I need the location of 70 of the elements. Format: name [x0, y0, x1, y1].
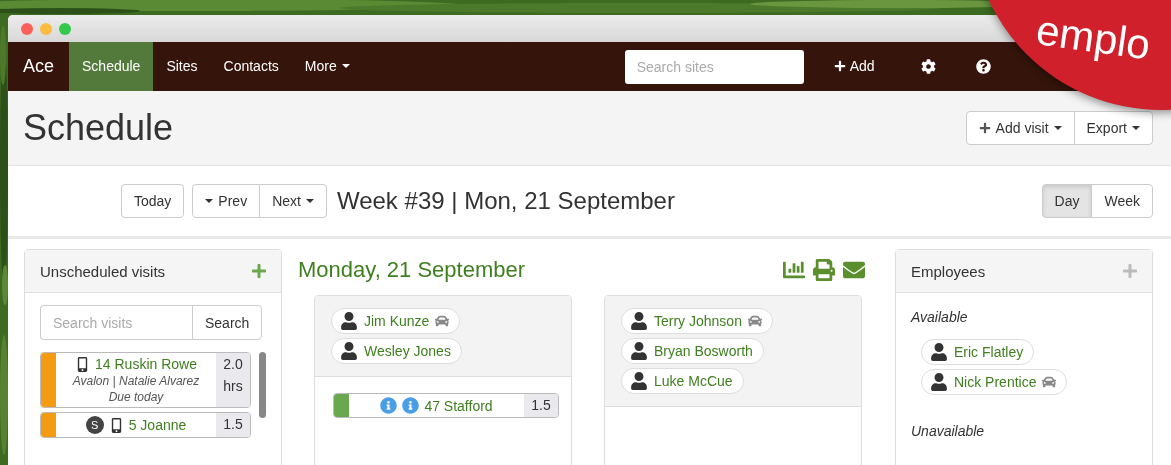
- person-icon: [930, 373, 948, 391]
- due-text: Due today: [107, 390, 165, 404]
- hours-unit: hrs: [222, 378, 244, 394]
- panel-title: Unscheduled visits: [40, 262, 166, 280]
- employee-chip[interactable]: Luke McCue: [621, 368, 744, 394]
- visit-title[interactable]: 14 Ruskin Rowe: [95, 356, 197, 372]
- settings-icon[interactable]: [920, 58, 936, 74]
- visit-card[interactable]: 14 Ruskin Rowe Avalon | Natalie Alvarez Due today 2.0 hrs: [40, 352, 251, 408]
- visit-card[interactable]: S 5 Joanne 1.5: [40, 412, 251, 438]
- visit-card[interactable]: 47 Stafford 1.5: [333, 393, 559, 418]
- nav-item[interactable]: Schedule: [69, 42, 154, 91]
- day-heading: Monday, 21 September: [298, 257, 526, 283]
- prev-button[interactable]: Prev: [192, 184, 261, 219]
- view-toggle[interactable]: Day: [1041, 184, 1093, 219]
- visit-details: Avalon | Natalie Alvarez: [71, 374, 201, 388]
- visit-title[interactable]: 5 Joanne: [128, 417, 187, 433]
- visit-hours: 1.5: [530, 397, 552, 413]
- employee-chip[interactable]: Eric Flatley: [921, 339, 1035, 365]
- plus-icon: [978, 121, 991, 134]
- close-button[interactable]: [21, 22, 33, 35]
- mail-icon[interactable]: [843, 259, 865, 281]
- minimize-button[interactable]: [40, 22, 52, 35]
- chart-icon[interactable]: [783, 259, 805, 281]
- person-icon: [630, 342, 648, 360]
- panel-title: Employees: [911, 262, 986, 280]
- action-button[interactable]: Export: [1073, 110, 1153, 145]
- plus-icon: [833, 60, 846, 73]
- info-icon: [402, 397, 420, 414]
- add-button[interactable]: Add: [819, 42, 889, 91]
- add-icon[interactable]: [1122, 263, 1138, 279]
- search-field[interactable]: Search visits: [40, 305, 193, 340]
- nav-item[interactable]: More: [291, 42, 363, 91]
- add-icon[interactable]: [251, 263, 267, 279]
- visit-hours: 2.0: [222, 356, 244, 372]
- action-button[interactable]: Add visit: [965, 110, 1075, 145]
- search-field[interactable]: Search sites: [624, 50, 804, 85]
- group-label: Unavailable: [911, 423, 986, 439]
- person-icon: [340, 342, 358, 360]
- print-icon[interactable]: [813, 259, 835, 281]
- caret-icon: [1132, 125, 1140, 130]
- page-title: Schedule: [23, 106, 174, 149]
- caret-icon: [205, 199, 214, 204]
- help-icon[interactable]: [975, 58, 991, 74]
- visit-hours: 1.5: [222, 416, 244, 432]
- promo-text: emplo: [1033, 6, 1154, 70]
- today-button[interactable]: Today: [121, 184, 185, 219]
- visit-title[interactable]: 47 Stafford: [424, 397, 493, 414]
- scrollbar[interactable]: [259, 352, 266, 418]
- brand[interactable]: Ace: [8, 42, 70, 91]
- week-heading: Week #39 | Mon, 21 September: [336, 187, 676, 216]
- next-button[interactable]: Next: [259, 184, 327, 219]
- zoom-button[interactable]: [59, 22, 71, 35]
- info-icon: [380, 397, 398, 414]
- employee-chip[interactable]: Nick Prentice: [921, 369, 1068, 395]
- employee-chip[interactable]: Jim Kunze: [331, 308, 461, 334]
- caret-icon: [1053, 125, 1062, 130]
- employee-chip[interactable]: Bryan Bosworth: [621, 338, 764, 364]
- employee-chip[interactable]: Terry Johnson: [621, 308, 773, 334]
- status-badge: S: [85, 416, 104, 434]
- nav-item[interactable]: Sites: [153, 42, 211, 91]
- group-label: Available: [911, 309, 969, 325]
- person-icon: [930, 343, 948, 361]
- person-icon: [630, 312, 648, 330]
- employee-chip[interactable]: Wesley Jones: [331, 338, 462, 364]
- search-button[interactable]: Search: [192, 305, 263, 340]
- person-icon: [630, 372, 648, 390]
- nav-item[interactable]: Contacts: [210, 42, 292, 91]
- view-toggle[interactable]: Week: [1091, 184, 1153, 219]
- caret-icon: [305, 199, 314, 204]
- person-icon: [340, 312, 358, 330]
